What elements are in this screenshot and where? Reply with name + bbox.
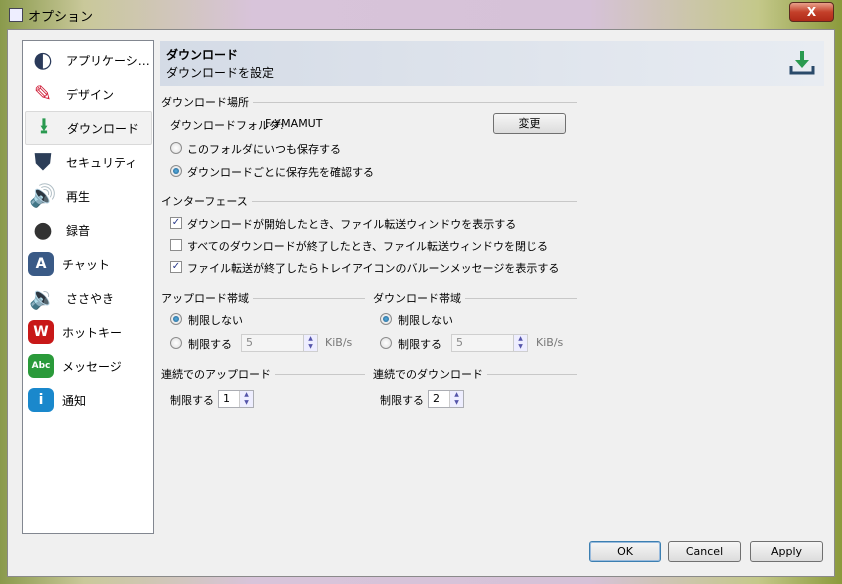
folder-value: F:¥MAMUT <box>265 117 323 130</box>
group-concurrent-download: 連続でのダウンロード <box>373 367 577 381</box>
download-limit-radio[interactable] <box>380 337 392 349</box>
download-limit-label: 制限する <box>398 338 442 351</box>
spin-value: 5 <box>246 336 253 349</box>
sidebar-item[interactable]: 🔉 ささやき <box>25 281 152 315</box>
group-label: 連続でのダウンロード <box>373 368 483 381</box>
download-icon: ⭳ <box>40 114 48 139</box>
title-bar: オプション X <box>0 0 842 30</box>
sidebar-item[interactable]: ● 録音 <box>25 213 152 247</box>
group-download-bandwidth: ダウンロード帯域 <box>373 291 577 305</box>
apply-button[interactable]: Apply <box>750 541 823 562</box>
group-label: インターフェース <box>161 195 248 208</box>
show-transfer-window-label: ダウンロードが開始したとき、ファイル転送ウィンドウを表示する <box>187 218 517 231</box>
group-label: ダウンロード場所 <box>161 96 249 109</box>
spin-value: 5 <box>456 336 463 349</box>
concurrent-download-label: 制限する <box>380 394 424 407</box>
page-subtitle: ダウンロードを設定 <box>166 66 275 80</box>
sidebar-item[interactable]: W ホットキー <box>25 315 152 349</box>
group-upload-bandwidth: アップロード帯域 <box>161 291 365 305</box>
spin-arrows-icon[interactable]: ▲ ▼ <box>239 391 253 407</box>
upload-no-limit-label: 制限しない <box>188 314 243 327</box>
sidebar-item-label: チャット <box>62 257 110 272</box>
change-folder-button[interactable]: 変更 <box>493 113 566 134</box>
options-window-icon <box>9 8 23 22</box>
sidebar-item-label: 再生 <box>66 189 91 204</box>
download-icon <box>789 51 815 75</box>
sidebar-item-label: アプリケーシ… <box>66 53 150 68</box>
sidebar-item-label: メッセージ <box>62 359 122 374</box>
close-transfer-window-label: すべてのダウンロードが終了したとき、ファイル転送ウィンドウを閉じる <box>187 240 549 253</box>
group-interface: インターフェース <box>161 194 577 208</box>
download-no-limit-radio[interactable] <box>380 313 392 325</box>
concurrent-download-spinbox[interactable]: 2 ▲ ▼ <box>428 390 464 408</box>
sidebar-item-label: ホットキー <box>62 325 123 340</box>
group-label: 連続でのアップロード <box>161 368 271 381</box>
upload-no-limit-radio[interactable] <box>170 313 182 325</box>
category-list[interactable]: ◐ アプリケーシ… ✎ デザイン ⭳ ダウンロード ⛊ セキュリティ 🔊 再生 ● 録音 A チャット 🔉 さ… <box>22 40 154 534</box>
page-title: ダウンロード <box>166 48 239 62</box>
shield-icon: ⛊ <box>34 149 52 175</box>
sidebar-item[interactable]: ⛊ セキュリティ <box>25 145 152 179</box>
whisper-speaker-icon: 🔉 <box>29 285 57 311</box>
group-download-location: ダウンロード場所 <box>161 95 577 109</box>
sidebar-item-label: ダウンロード <box>67 121 140 136</box>
info-icon: i <box>28 388 54 412</box>
spin-value: 2 <box>433 392 440 405</box>
group-label: アップロード帯域 <box>161 292 249 305</box>
always-save-radio[interactable] <box>170 142 182 154</box>
chat-bubble-icon: A <box>28 252 54 276</box>
sidebar-item[interactable]: ◐ アプリケーシ… <box>25 43 152 77</box>
balloon-message-label: ファイル転送が終了したらトレイアイコンのバルーンメッセージを表示する <box>187 262 560 275</box>
sidebar-item-label: セキュリティ <box>66 155 138 170</box>
page-header: ダウンロード ダウンロードを設定 <box>160 41 824 86</box>
download-limit-spinbox[interactable]: 5 ▲ ▼ <box>451 334 528 352</box>
sidebar-item[interactable]: A チャット <box>25 247 152 281</box>
concurrent-upload-label: 制限する <box>170 394 214 407</box>
speaker-icon: 🔊 <box>29 183 57 209</box>
upload-limit-spinbox[interactable]: 5 ▲ ▼ <box>241 334 318 352</box>
always-save-label: このフォルダにいつも保存する <box>187 143 341 156</box>
upload-limit-radio[interactable] <box>170 337 182 349</box>
design-pencil-icon: ✎ <box>33 81 53 107</box>
sidebar-item[interactable]: ⭳ ダウンロード <box>25 111 152 145</box>
spin-value: 1 <box>223 392 230 405</box>
group-label: ダウンロード帯域 <box>373 292 461 305</box>
sidebar-item[interactable]: Abc メッセージ <box>25 349 152 383</box>
ask-each-radio[interactable] <box>170 165 182 177</box>
sidebar-item-label: デザイン <box>66 87 115 102</box>
show-transfer-window-checkbox[interactable]: ✓ <box>170 217 182 229</box>
sidebar-item-label: ささやき <box>66 291 115 306</box>
app-logo-icon: ◐ <box>33 47 53 73</box>
spin-arrows-icon[interactable]: ▲ ▼ <box>513 335 527 351</box>
message-icon: Abc <box>28 354 54 378</box>
spin-arrows-icon[interactable]: ▲ ▼ <box>449 391 463 407</box>
balloon-message-checkbox[interactable]: ✓ <box>170 261 182 273</box>
download-unit: KiB/s <box>536 336 564 349</box>
concurrent-upload-spinbox[interactable]: 1 ▲ ▼ <box>218 390 254 408</box>
microphone-icon: ● <box>33 217 53 243</box>
sidebar-item[interactable]: 🔊 再生 <box>25 179 152 213</box>
sidebar-item-label: 通知 <box>62 393 87 408</box>
ok-button[interactable]: OK <box>589 541 661 562</box>
download-no-limit-label: 制限しない <box>398 314 453 327</box>
close-button[interactable]: X <box>789 2 834 22</box>
hotkey-icon: W <box>28 320 54 344</box>
sidebar-item[interactable]: i 通知 <box>25 383 152 417</box>
sidebar-item-label: 録音 <box>66 223 91 238</box>
upload-unit: KiB/s <box>325 336 353 349</box>
upload-limit-label: 制限する <box>188 338 232 351</box>
ask-each-label: ダウンロードごとに保存先を確認する <box>187 166 374 179</box>
spin-arrows-icon[interactable]: ▲ ▼ <box>303 335 317 351</box>
group-concurrent-upload: 連続でのアップロード <box>161 367 365 381</box>
close-transfer-window-checkbox[interactable] <box>170 239 182 251</box>
sidebar-item[interactable]: ✎ デザイン <box>25 77 152 111</box>
cancel-button[interactable]: Cancel <box>668 541 741 562</box>
window-title: オプション <box>28 10 94 25</box>
